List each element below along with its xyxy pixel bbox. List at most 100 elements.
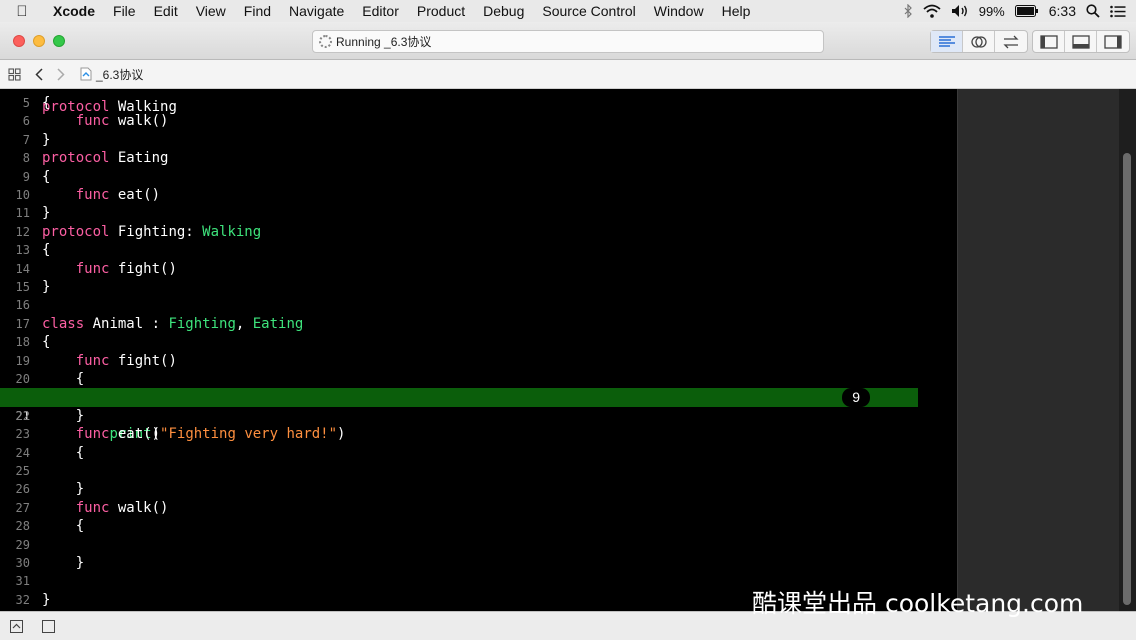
code-text: }	[42, 555, 85, 571]
result-count-badge[interactable]: 9	[842, 388, 870, 407]
code-line: 24 {	[0, 444, 957, 462]
standard-editor-icon	[938, 35, 955, 47]
code-line: 16	[0, 296, 957, 314]
line-number: 9	[22, 169, 30, 184]
code-text: func fight()	[75, 260, 177, 277]
code-line: 10 func eat()	[0, 186, 957, 204]
line-number: 23	[15, 427, 30, 442]
window-toolbar: Running _6.3协议	[0, 22, 1136, 60]
assistant-editor-button[interactable]	[963, 31, 995, 52]
line-number: 7	[22, 132, 30, 147]
menu-app-xcode[interactable]: Xcode	[44, 3, 104, 19]
back-chevron-icon[interactable]	[28, 67, 50, 81]
toggle-navigator-button[interactable]	[1033, 31, 1065, 52]
scrollbar-thumb[interactable]	[1123, 153, 1131, 605]
version-editor-icon	[1003, 35, 1019, 48]
menu-edit[interactable]: Edit	[145, 3, 187, 19]
code-text: protocol Fighting: Walking	[42, 223, 262, 240]
code-line: 23 func eat()	[0, 425, 957, 443]
menu-bar:  Xcode File Edit View Find Navigate Edi…	[0, 0, 1136, 22]
code-line: 30 }	[0, 554, 957, 572]
code-line: 18 {	[0, 333, 957, 351]
code-line: 22 }	[0, 407, 957, 425]
line-number: 12	[15, 224, 30, 239]
battery-percent: 99%	[978, 3, 1005, 19]
code-text: }	[42, 131, 51, 148]
code-line: 9{	[0, 168, 957, 186]
code-text: {	[42, 242, 51, 259]
code-line: 8 protocol Eating	[0, 149, 957, 167]
wifi-icon[interactable]	[923, 4, 941, 18]
line-number: 16	[15, 298, 30, 313]
code-text: func eat()	[75, 187, 161, 203]
code-line: 14 func fight()	[0, 260, 957, 278]
code-text: {	[42, 444, 85, 461]
version-editor-button[interactable]	[995, 31, 1027, 52]
playground-results-sidebar[interactable]	[957, 89, 1119, 611]
jump-bar: _6.3协议	[0, 60, 1136, 89]
code-line: 5{	[0, 94, 957, 112]
code-text: func walk()	[75, 113, 169, 130]
code-line: 19 func fight()	[0, 352, 957, 370]
code-line: 27 func walk()	[0, 499, 957, 517]
toggle-debug-area-button[interactable]	[1065, 31, 1097, 52]
menu-view[interactable]: View	[187, 3, 235, 19]
battery-icon[interactable]	[1014, 5, 1039, 17]
line-number: 27	[15, 500, 30, 515]
menu-window[interactable]: Window	[645, 3, 713, 19]
line-number: 22	[15, 408, 30, 423]
stop-playground-icon[interactable]	[42, 620, 55, 633]
navigator-panel-icon	[1039, 34, 1058, 49]
line-number: 13	[15, 243, 30, 258]
code-editor[interactable]: protocol Walking 5{ 6 func walk() 7} 8 pr…	[0, 89, 957, 611]
code-text: {	[42, 371, 85, 387]
code-line: 7}	[0, 131, 957, 149]
menu-file[interactable]: File	[104, 3, 145, 19]
code-text: func walk()	[75, 499, 169, 516]
playground-file-icon	[76, 67, 96, 81]
minimize-window-button[interactable]	[33, 35, 45, 47]
code-line: 29	[0, 536, 957, 554]
standard-editor-button[interactable]	[931, 31, 963, 52]
code-line: 15}	[0, 278, 957, 296]
menu-help[interactable]: Help	[713, 3, 760, 19]
current-code-line: 21 print("Fighting very hard!") 9	[0, 388, 918, 442]
line-number: 17	[15, 316, 30, 331]
line-number: 11	[15, 206, 30, 221]
menu-find[interactable]: Find	[235, 3, 280, 19]
code-text: func fight()	[75, 352, 177, 369]
jump-bar-file-name[interactable]: _6.3协议	[96, 66, 143, 83]
forward-chevron-icon[interactable]	[50, 67, 72, 81]
line-number: 19	[15, 353, 30, 368]
menu-navigate[interactable]: Navigate	[280, 3, 353, 19]
menu-debug[interactable]: Debug	[474, 3, 533, 19]
spotlight-search-icon[interactable]	[1086, 4, 1100, 18]
close-window-button[interactable]	[13, 35, 25, 47]
line-number: 5	[22, 96, 30, 110]
editor-scrollbar[interactable]	[1119, 89, 1136, 611]
volume-icon[interactable]	[951, 4, 969, 18]
line-number: 18	[15, 335, 30, 350]
clock[interactable]: 6:33	[1049, 3, 1076, 19]
line-number: 24	[15, 445, 30, 460]
menu-editor[interactable]: Editor	[353, 3, 408, 19]
menu-product[interactable]: Product	[408, 3, 474, 19]
code-text: }	[42, 407, 85, 424]
code-line: 13 {	[0, 241, 957, 259]
code-text: class Animal : Fighting, Eating	[42, 315, 304, 332]
utilities-panel-icon	[1104, 34, 1122, 49]
bluetooth-icon[interactable]	[904, 4, 913, 18]
zoom-window-button[interactable]	[53, 35, 65, 47]
status-area: 99% 6:33	[904, 0, 1136, 22]
toggle-utilities-button[interactable]	[1097, 31, 1129, 52]
apple-menu-icon[interactable]: 	[0, 3, 44, 20]
notification-center-icon[interactable]	[1110, 5, 1126, 18]
watermark: 酷课堂出品 coolketang.com	[752, 589, 1084, 618]
activity-viewer: Running _6.3协议	[312, 30, 824, 53]
menu-source-control[interactable]: Source Control	[533, 3, 644, 19]
hide-debug-area-icon[interactable]	[10, 620, 23, 633]
line-number: 14	[15, 261, 30, 276]
related-items-grid-icon[interactable]	[0, 67, 28, 81]
code-line: 12 protocol Fighting: Walking	[0, 223, 957, 241]
code-text: {	[42, 168, 51, 185]
